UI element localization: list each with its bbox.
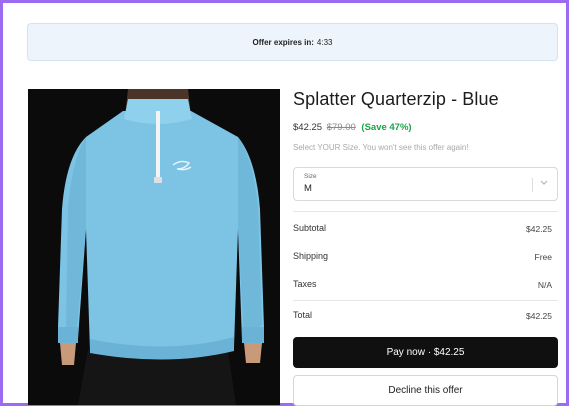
offer-frame: Offer expires in: 4:33 Splatter Quarterz… xyxy=(0,0,569,406)
select-divider xyxy=(532,178,533,192)
shipping-label: Shipping xyxy=(293,251,329,261)
subtotal-label: Subtotal xyxy=(293,223,327,233)
size-select-value: M xyxy=(304,183,312,194)
taxes-label: Taxes xyxy=(293,279,317,289)
size-select-label: Size xyxy=(304,173,317,180)
product-title: Splatter Quarterzip - Blue xyxy=(293,89,499,109)
size-hint: Select YOUR Size. You won't see this off… xyxy=(293,143,469,152)
size-select[interactable]: Size M xyxy=(293,167,558,201)
taxes-value: N/A xyxy=(537,280,552,290)
decline-offer-button[interactable]: Decline this offer xyxy=(293,375,558,406)
total-value: $42.25 xyxy=(526,311,552,321)
product-image xyxy=(28,89,280,405)
chevron-down-icon xyxy=(540,180,548,185)
subtotal-value: $42.25 xyxy=(526,224,552,234)
summary-total-divider xyxy=(293,300,558,301)
offer-countdown: 4:33 xyxy=(316,37,333,47)
price-line: $42.25 $79.00 (Save 47%) xyxy=(293,122,412,133)
savings-badge: (Save 47%) xyxy=(361,122,412,133)
offer-expires-label: Offer expires in: xyxy=(252,37,314,47)
product-photo-illustration xyxy=(28,89,280,405)
shipping-value: Free xyxy=(534,252,552,262)
original-price: $79.00 xyxy=(326,122,356,133)
total-label: Total xyxy=(293,310,313,320)
summary-top-divider xyxy=(293,211,558,212)
pay-now-button[interactable]: Pay now · $42.25 xyxy=(293,337,558,368)
offer-timer-banner: Offer expires in: 4:33 xyxy=(27,23,558,61)
sale-price: $42.25 xyxy=(293,122,323,133)
